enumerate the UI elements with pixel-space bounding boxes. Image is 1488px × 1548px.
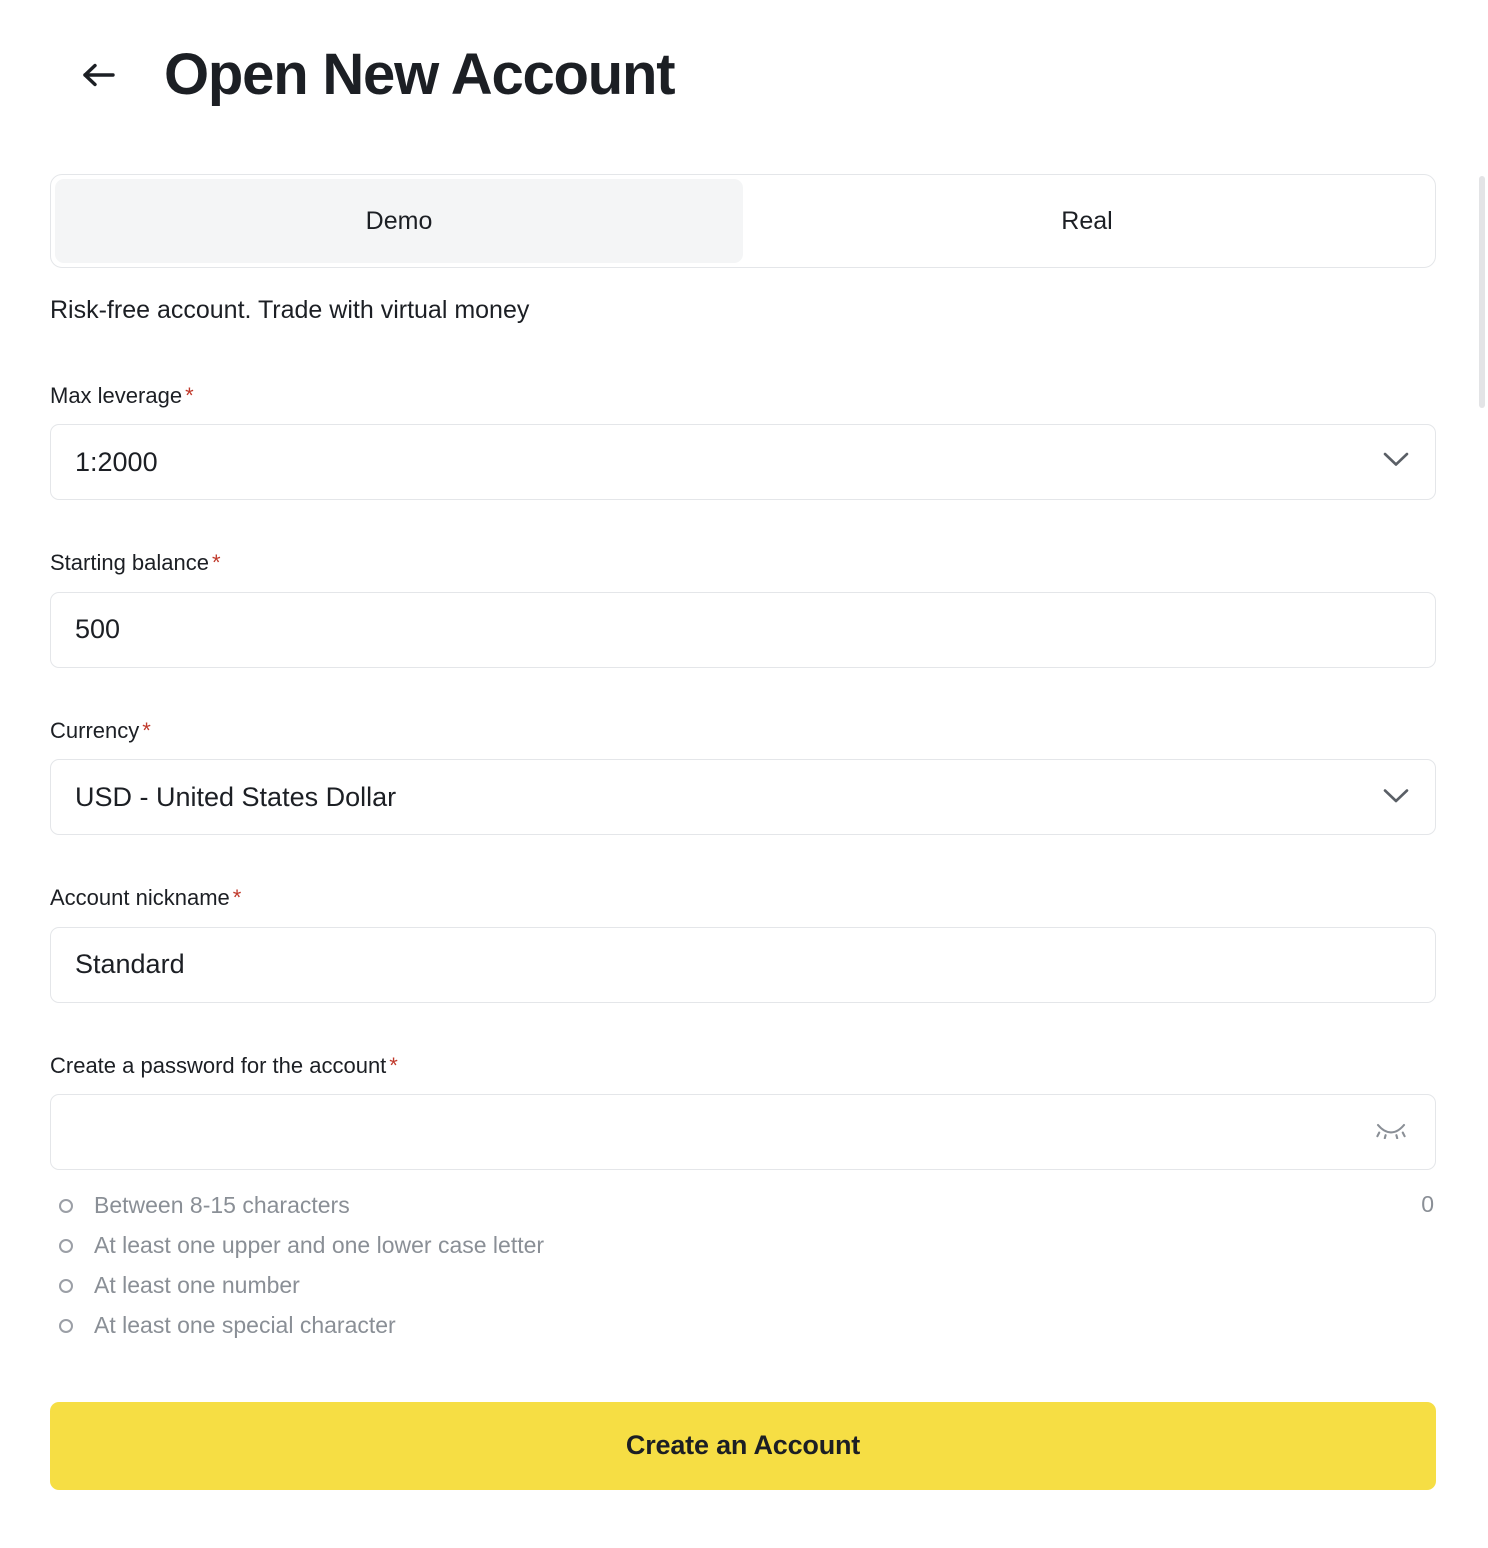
page-header: Open New Account (0, 0, 1488, 150)
circle-bullet-icon (59, 1278, 73, 1293)
password-char-counter: 0 (1421, 1190, 1434, 1217)
max-leverage-select[interactable]: 1:2000 (50, 424, 1436, 501)
back-button[interactable] (74, 51, 122, 99)
password-requirement-item: At least one number (50, 1266, 1436, 1306)
field-currency: Currency * USD - United States Dollar (50, 718, 1436, 836)
starting-balance-value: 500 (75, 616, 121, 644)
toggle-password-visibility-button[interactable] (1369, 1110, 1413, 1154)
field-account-nickname: Account nickname * Standard (50, 885, 1436, 1003)
password-requirement-text: At least one special character (94, 1312, 396, 1339)
max-leverage-value: 1:2000 (75, 448, 158, 476)
open-new-account-screen: Open New Account Demo Real Risk-free acc… (0, 0, 1488, 1548)
chevron-down-icon[interactable] (1383, 788, 1409, 809)
max-leverage-label: Max leverage * (50, 383, 1436, 409)
arrow-left-icon (80, 59, 116, 91)
currency-value: USD - United States Dollar (75, 783, 397, 811)
starting-balance-label: Starting balance * (50, 550, 1436, 576)
currency-select[interactable]: USD - United States Dollar (50, 759, 1436, 836)
account-nickname-label: Account nickname * (50, 885, 1436, 911)
circle-bullet-icon (59, 1238, 73, 1253)
required-asterisk: * (212, 550, 221, 576)
password-requirement-text: Between 8-15 characters (94, 1192, 350, 1219)
field-max-leverage: Max leverage * 1:2000 (50, 383, 1436, 501)
password-requirement-item: At least one special character (50, 1306, 1436, 1346)
eye-off-icon (1376, 1121, 1406, 1142)
page-title: Open New Account (164, 42, 676, 107)
page-scrollbar-thumb[interactable] (1479, 176, 1485, 408)
required-asterisk: * (389, 1052, 398, 1078)
password-requirement-item: At least one upper and one lower case le… (50, 1226, 1436, 1266)
account-nickname-label-text: Account nickname (50, 885, 230, 911)
account-nickname-input[interactable]: Standard (50, 926, 1436, 1003)
required-asterisk: * (232, 885, 242, 911)
tab-real[interactable]: Real (743, 179, 1431, 263)
create-account-button[interactable]: Create an Account (50, 1401, 1436, 1490)
field-password: Create a password for the account * 0 Be… (50, 1053, 1436, 1346)
chevron-down-icon[interactable] (1383, 452, 1409, 473)
password-label: Create a password for the account * (50, 1053, 1436, 1079)
password-requirement-text: At least one number (94, 1272, 300, 1299)
field-starting-balance: Starting balance * 500 (50, 550, 1436, 668)
starting-balance-input[interactable]: 500 (50, 591, 1436, 668)
account-type-segmented-control: Demo Real (50, 174, 1436, 268)
password-requirement-item: Between 8-15 characters (50, 1186, 1436, 1226)
account-type-description: Risk-free account. Trade with virtual mo… (50, 296, 530, 324)
password-requirements-list: 0 Between 8-15 characters At least one u… (50, 1186, 1436, 1346)
required-asterisk: * (185, 383, 194, 408)
tab-demo[interactable]: Demo (55, 179, 743, 263)
form-content: Demo Real Risk-free account. Trade with … (50, 174, 1436, 1490)
max-leverage-label-text: Max leverage (50, 383, 183, 408)
password-input[interactable] (50, 1093, 1436, 1170)
circle-bullet-icon (59, 1318, 73, 1333)
account-nickname-value: Standard (75, 951, 185, 979)
starting-balance-label-text: Starting balance (50, 550, 209, 576)
currency-label-text: Currency (50, 717, 140, 743)
required-asterisk: * (142, 717, 151, 743)
circle-bullet-icon (59, 1198, 73, 1213)
currency-label: Currency * (50, 718, 1436, 744)
password-label-text: Create a password for the account (50, 1052, 387, 1078)
password-requirement-text: At least one upper and one lower case le… (94, 1232, 545, 1259)
